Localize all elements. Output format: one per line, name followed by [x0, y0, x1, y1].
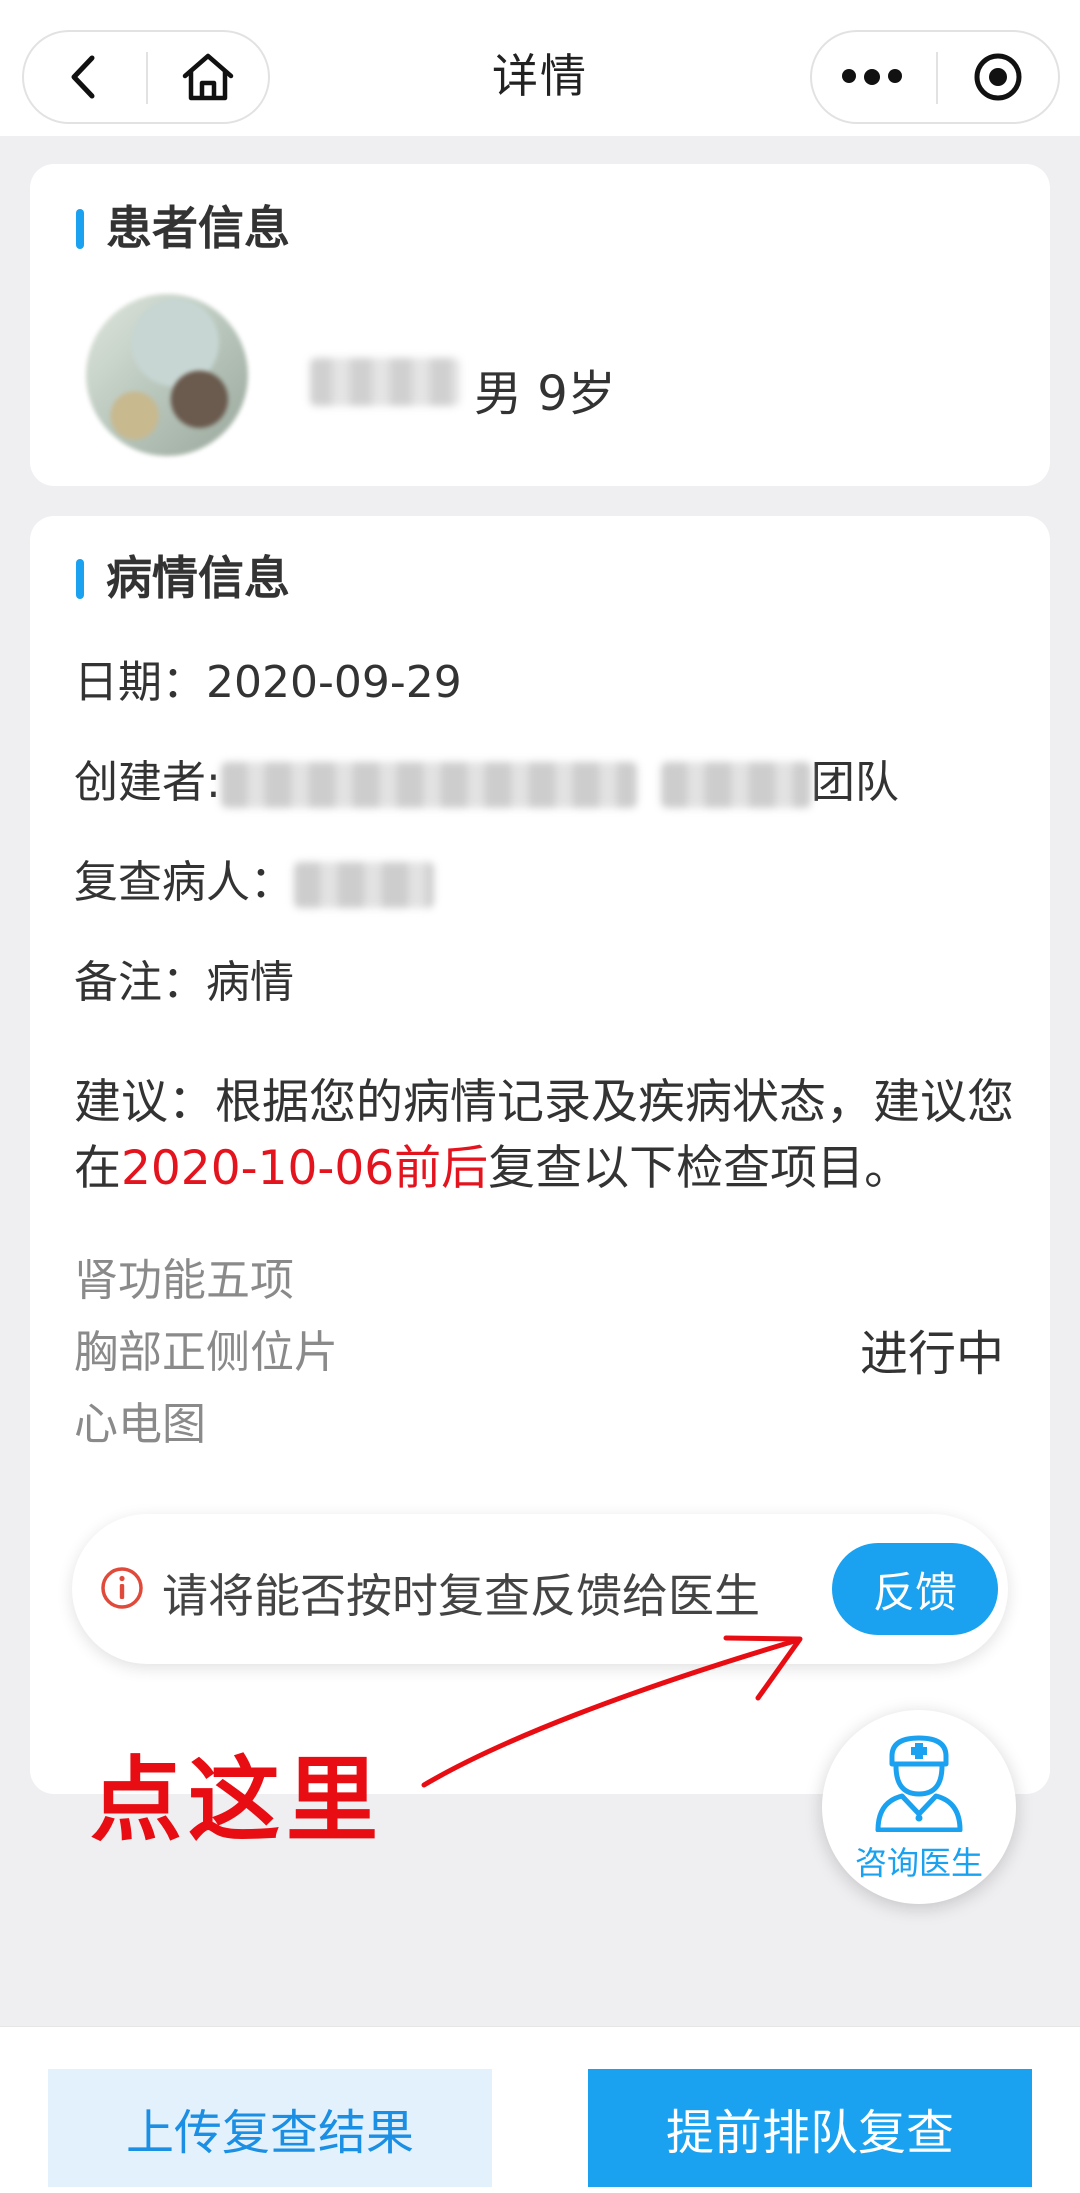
patient-info-card: 患者信息 男 9岁 [30, 164, 1050, 486]
creator-line: 创建者: 团队 [74, 746, 899, 810]
creator-suffix: 团队 [810, 757, 899, 808]
doctor-icon [875, 1735, 963, 1832]
remark-line: 备注：病情 [74, 957, 294, 1008]
annotation-text: 点这里 [90, 1747, 385, 1854]
check-item: 心电图 [74, 1399, 206, 1450]
check-item: 肾功能五项 [74, 1255, 294, 1306]
consult-doctor-button[interactable]: 咨询医生 [822, 1710, 1016, 1904]
blurred-creator-name [220, 762, 637, 808]
blurred-patient-name [310, 358, 460, 406]
queue-early-button[interactable]: 提前排队复查 [588, 2069, 1032, 2187]
feedback-prompt-text: 请将能否按时复查反馈给医生 [162, 1569, 760, 1623]
top-navigation-bar: 详情 [0, 0, 1080, 136]
condition-info-card: 病情信息 日期：2020-09-29 创建者: 团队 复查病人： 备注：病情 建议… [30, 516, 1050, 1794]
consult-doctor-label: 咨询医生 [854, 1844, 983, 1882]
blurred-review-patient [294, 862, 434, 908]
check-item: 胸部正侧位片 [74, 1327, 338, 1378]
section-title-patient: 患者信息 [76, 200, 290, 256]
upload-result-button[interactable]: 上传复查结果 [48, 2069, 492, 2187]
annotation-arrow-icon [421, 1635, 803, 1788]
record-date: 日期：2020-09-29 [74, 657, 462, 708]
nav-capsule-right [810, 30, 1060, 124]
avatar [86, 294, 248, 456]
info-icon [101, 1567, 143, 1609]
review-status: 进行中 [859, 1326, 1004, 1382]
creator-label: 创建者: [74, 757, 221, 808]
review-patient-label: 复查病人： [74, 857, 294, 908]
feedback-button[interactable]: 反馈 [832, 1543, 998, 1635]
section-title-condition: 病情信息 [76, 550, 290, 606]
bottom-action-bar: 上传复查结果 提前排队复查 [0, 2026, 1080, 2193]
patient-gender-age: 男 9岁 [474, 366, 616, 422]
advice-date: 2020-10-06前后 [121, 1141, 489, 1196]
close-miniprogram-button[interactable] [938, 32, 1058, 122]
advice-text: 建议：根据您的病情记录及疾病状态，建议您在2020-10-06前后复查以下检查项… [74, 1070, 1034, 1202]
blurred-team-name [660, 762, 811, 808]
more-button[interactable] [812, 32, 932, 122]
advice-suffix: 复查以下检查项目。 [488, 1141, 912, 1196]
target-circle-icon [974, 53, 1022, 101]
more-dots-icon [842, 69, 902, 85]
review-patient-line: 复查病人： [74, 846, 434, 910]
